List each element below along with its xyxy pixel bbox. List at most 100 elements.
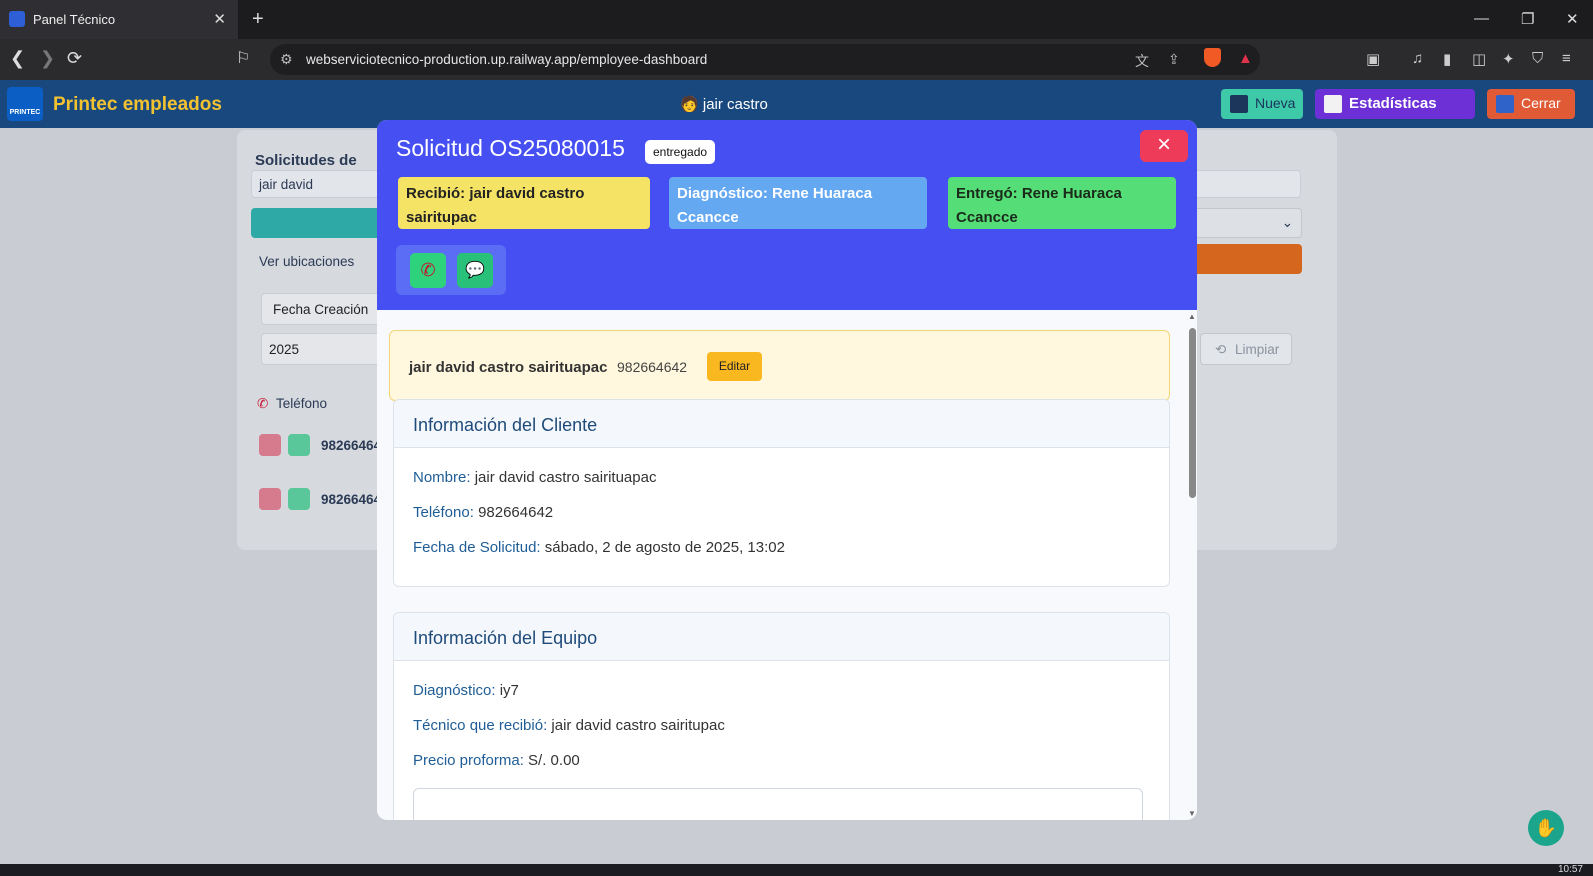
call-client-button[interactable]: ✆ (410, 253, 446, 288)
client-info-title: Información del Cliente (394, 400, 1169, 448)
client-name-row: Nombre: jair david castro sairituapac (413, 469, 656, 486)
notes-field[interactable] (413, 788, 1143, 820)
modal-body[interactable]: jair david castro sairituapac 982664642 … (377, 310, 1197, 820)
message-button[interactable] (288, 488, 310, 510)
nueva-button[interactable]: Nueva (1221, 89, 1303, 119)
request-detail-modal: Solicitud OS25080015 entregado × Recibió… (377, 120, 1197, 820)
media-icon[interactable]: ♫ (1412, 50, 1423, 67)
search-value: jair david (259, 177, 314, 192)
sort-select[interactable]: Fecha Creación (261, 293, 381, 325)
diagnostico-label: Diagnóstico: (413, 682, 496, 699)
ver-ubicaciones-link[interactable]: Ver ubicaciones (259, 254, 354, 269)
user-name: jair castro (702, 96, 768, 113)
brand-title: Printec empleados (53, 94, 222, 115)
delivered-by-chip: Entregó: Rene Huaraca Ccancce (948, 177, 1176, 229)
printec-logo: PRINTEC (7, 87, 43, 121)
refresh-icon: ⟲ (1215, 342, 1227, 357)
row-phone: 98266464 (321, 438, 382, 453)
estadisticas-button[interactable]: Estadísticas (1315, 89, 1475, 119)
scroll-down-icon[interactable]: ▼ (1188, 809, 1196, 818)
sort-select-value: Fecha Creación (273, 302, 369, 317)
cerrar-button[interactable]: Cerrar (1487, 89, 1575, 119)
scroll-up-icon[interactable]: ▲ (1188, 312, 1196, 321)
year-select-value: 2025 (269, 342, 300, 357)
url-text: webserviciotecnico-production.up.railway… (306, 52, 708, 67)
leo-ai-icon[interactable]: ✦ (1502, 50, 1515, 68)
message-button[interactable] (288, 434, 310, 456)
message-client-button[interactable]: 💬 (457, 253, 493, 288)
call-button[interactable] (259, 488, 281, 510)
bookmark-icon[interactable]: ⚐ (236, 48, 250, 68)
share-icon[interactable]: ⇪ (1168, 51, 1180, 68)
request-date-row: Fecha de Solicitud: sábado, 2 de agosto … (413, 539, 785, 556)
equipment-info-section: Información del Equipo Diagnóstico: iy7 … (393, 612, 1170, 820)
received-by-label: Recibió: (406, 185, 466, 202)
diagnosis-by-chip: Diagnóstico: Rene Huaraca Ccancce (669, 177, 927, 229)
screenshot-icon[interactable]: ▣ (1366, 50, 1380, 68)
browser-tabbar: Panel Técnico ✕ + — ❐ ✕ (0, 0, 1593, 39)
back-icon[interactable]: ❮ (10, 48, 25, 69)
phone-icon: ✆ (420, 260, 436, 280)
taskbar-clock: 10:57 (1557, 864, 1583, 875)
accessibility-helper-button[interactable]: ✋ (1528, 810, 1564, 846)
close-tab-icon[interactable]: ✕ (213, 10, 226, 28)
telefono-label: Teléfono: (413, 504, 474, 521)
precio-label: Precio proforma: (413, 752, 524, 769)
menu-icon[interactable]: ≡ (1562, 50, 1571, 67)
reload-icon[interactable]: ⟳ (67, 48, 82, 69)
hand-icon: ✋ (1534, 818, 1558, 838)
client-phone-row: Teléfono: 982664642 (413, 504, 553, 521)
new-tab-icon[interactable]: + (252, 8, 264, 31)
site-settings-icon[interactable]: ⚙ (280, 51, 293, 68)
scroll-thumb[interactable] (1189, 328, 1196, 498)
close-modal-button[interactable]: × (1140, 130, 1188, 162)
diagnosis-row: Diagnóstico: iy7 (413, 682, 519, 699)
row-phone: 98266464 (321, 492, 382, 507)
browser-tab[interactable]: Panel Técnico ✕ (0, 0, 238, 39)
phone-icon: ✆ (257, 396, 269, 411)
client-banner: jair david castro sairituapac 982664642 … (389, 330, 1170, 401)
technician-row: Técnico que recibió: jair david castro s… (413, 717, 725, 734)
modal-scrollbar[interactable]: ▲ ▼ (1187, 310, 1197, 820)
call-button[interactable] (259, 434, 281, 456)
translate-icon[interactable]: 文 (1135, 51, 1149, 71)
restore-icon[interactable]: ❐ (1521, 10, 1534, 28)
bar-chart-icon (1324, 95, 1342, 113)
minimize-icon[interactable]: — (1474, 10, 1489, 27)
fecha-label: Fecha de Solicitud: (413, 539, 541, 556)
year-select[interactable]: 2025 (261, 333, 381, 365)
browser-toolbar: ❮ ❯ ⟳ ⚐ ⚙ webserviciotecnico-production.… (0, 39, 1593, 80)
price-row: Precio proforma: S/. 0.00 (413, 752, 580, 769)
chevron-down-icon: ⌄ (1281, 215, 1293, 230)
teal-action-button[interactable] (251, 208, 381, 238)
estadisticas-label: Estadísticas (1349, 95, 1437, 112)
contact-actions: ✆ 💬 (396, 245, 506, 295)
forward-icon[interactable]: ❯ (40, 48, 55, 69)
client-info-section: Información del Cliente Nombre: jair dav… (393, 399, 1170, 587)
chat-bubble-icon: 💬 (465, 262, 485, 279)
arrow-left-icon (1230, 95, 1248, 113)
limpiar-button[interactable]: ⟲ Limpiar (1200, 333, 1292, 365)
nombre-label: Nombre: (413, 469, 471, 486)
telefono-value: 982664642 (478, 504, 554, 521)
cerrar-label: Cerrar (1521, 95, 1561, 111)
sidebar-icon[interactable]: ▮ (1443, 50, 1451, 68)
phone-column-header: Teléfono (276, 396, 328, 411)
current-user: 🧑 jair castro (680, 96, 768, 113)
equipment-info-title: Información del Equipo (394, 613, 1169, 661)
precio-value: S/. 0.00 (528, 752, 580, 769)
brave-shields-icon[interactable] (1204, 48, 1221, 67)
status-badge: entregado (645, 140, 716, 164)
close-window-icon[interactable]: ✕ (1566, 10, 1579, 28)
limpiar-label: Limpiar (1235, 342, 1280, 357)
client-banner-phone: 982664642 (617, 359, 688, 375)
delivered-by-label: Entregó: (956, 185, 1018, 202)
edit-client-button[interactable]: Editar (707, 352, 762, 381)
vpn-icon[interactable]: ⛉ (1532, 50, 1543, 67)
address-bar[interactable]: ⚙ webserviciotecnico-production.up.railw… (270, 44, 1260, 75)
diagnosis-by-label: Diagnóstico: (677, 185, 768, 202)
tecnico-value: jair david castro sairitupac (551, 717, 725, 734)
nombre-value: jair david castro sairituapac (474, 469, 657, 486)
brave-rewards-icon[interactable]: ▲ (1238, 50, 1253, 67)
wallet-icon[interactable]: ◫ (1472, 50, 1486, 68)
